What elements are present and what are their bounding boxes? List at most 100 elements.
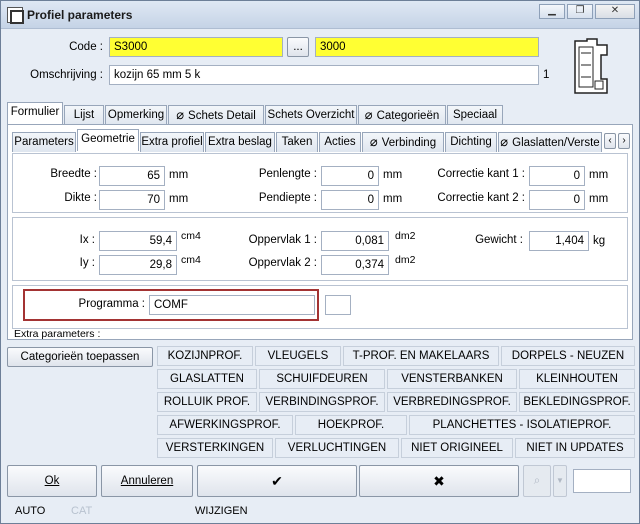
tab-schets-detail[interactable]: ⌀ Schets Detail: [168, 105, 264, 125]
breedte-label: Breedte :: [50, 168, 97, 180]
tab-lijst[interactable]: Lijst: [64, 105, 104, 125]
tab-verbinding[interactable]: ⌀ Verbinding: [362, 132, 444, 152]
category-afwerkingsprof-button[interactable]: AFWERKINGSPROF.: [157, 415, 293, 435]
tab-speciaal[interactable]: Speciaal: [447, 105, 503, 125]
browse-button[interactable]: ...: [287, 37, 309, 57]
category-niet-in-updates-button[interactable]: NIET IN UPDATES: [515, 438, 635, 458]
omschrijving-label: Omschrijving :: [30, 69, 103, 81]
correctie1-label: Correctie kant 1 :: [437, 168, 525, 180]
category-rolluik-button[interactable]: ROLLUIK PROF.: [157, 392, 257, 412]
paperclip-icon: ⌀: [364, 107, 373, 122]
code-field[interactable]: S3000: [109, 37, 283, 57]
breedte-field[interactable]: 65: [99, 166, 165, 186]
dikte-unit: mm: [169, 193, 189, 205]
tab-scroll-left-button[interactable]: ‹: [604, 133, 616, 149]
tab-parameters[interactable]: Parameters: [12, 132, 76, 152]
category-vensterbanken-button[interactable]: VENSTERBANKEN: [387, 369, 517, 389]
tab-schets-overzicht[interactable]: Schets Overzicht: [265, 105, 357, 125]
binoculars-button[interactable]: ⌕: [523, 465, 551, 497]
oppervlak2-field[interactable]: 0,374: [321, 255, 389, 275]
category-schuifdeuren-button[interactable]: SCHUIFDEUREN: [259, 369, 385, 389]
sub-tabstrip: Parameters Geometrie Extra profiel Extra…: [12, 129, 630, 152]
category-niet-origineel-button[interactable]: NIET ORIGINEEL: [401, 438, 513, 458]
omschrijving-field[interactable]: kozijn 65 mm 5 k: [109, 65, 539, 85]
ok-button[interactable]: Ok: [7, 465, 97, 497]
programma-group: Programma : COMF: [12, 285, 628, 329]
ix-unit: cm4: [181, 230, 201, 242]
tab-extra-profiel[interactable]: Extra profiel: [140, 132, 204, 152]
gewicht-field[interactable]: 1,404: [529, 231, 589, 251]
category-kozijnprof-button[interactable]: KOZIJNPROF.: [157, 346, 253, 366]
confirm-button[interactable]: ✔: [197, 465, 357, 497]
category-verbredingsprof-button[interactable]: VERBREDINGSPROF.: [387, 392, 517, 412]
cancel-x-button[interactable]: ✖: [359, 465, 519, 497]
ix-field[interactable]: 59,4: [99, 231, 177, 251]
penlengte-field[interactable]: 0: [321, 166, 379, 186]
maximize-button[interactable]: ❐: [567, 4, 593, 19]
category-kleinhouten-button[interactable]: KLEINHOUTEN: [519, 369, 635, 389]
cross-icon: ✖: [433, 473, 445, 489]
category-hoekprof-button[interactable]: HOEKPROF.: [295, 415, 407, 435]
dropdown-button[interactable]: ▼: [553, 465, 567, 497]
extra-parameters-label: Extra parameters :: [14, 328, 101, 340]
status-mode: AUTO: [15, 505, 46, 517]
tab-scroll-right-button[interactable]: ›: [618, 133, 630, 149]
categorieen-toepassen-button[interactable]: Categorieën toepassen: [7, 347, 153, 367]
profile-thumbnail-icon: [567, 35, 619, 97]
penlengte-unit: mm: [383, 169, 403, 181]
annuleren-button[interactable]: Annuleren: [101, 465, 193, 497]
tab-dichting[interactable]: Dichting: [445, 132, 497, 152]
window-title: Profiel parameters: [27, 8, 133, 22]
tab-geometrie[interactable]: Geometrie: [77, 129, 139, 151]
binoculars-icon: ⌕: [533, 475, 541, 487]
tab-acties[interactable]: Acties: [319, 132, 361, 152]
chevron-down-icon: ▼: [556, 476, 564, 485]
correctie2-unit: mm: [589, 193, 609, 205]
oppervlak1-unit: dm2: [395, 230, 416, 242]
tab-taken[interactable]: Taken: [276, 132, 318, 152]
correctie2-label: Correctie kant 2 :: [437, 192, 525, 204]
checkmark-icon: ✔: [271, 473, 283, 489]
code2-field[interactable]: 3000: [315, 37, 539, 57]
paperclip-icon: ⌀: [369, 134, 378, 149]
tab-glaslatten[interactable]: ⌀ Glaslatten/Verste: [498, 132, 602, 152]
category-planchettes-button[interactable]: PLANCHETTES - ISOLATIEPROF.: [409, 415, 635, 435]
gewicht-label: Gewicht :: [475, 234, 523, 246]
tab-categorieen[interactable]: ⌀ Categorieën: [358, 105, 446, 125]
programma-label: Programma :: [78, 298, 145, 310]
category-tprof-button[interactable]: T-PROF. EN MAKELAARS: [343, 346, 499, 366]
close-button[interactable]: ✕: [595, 4, 635, 19]
title-bar: Profiel parameters ▁ ❐ ✕: [1, 1, 639, 29]
programma-field[interactable]: COMF: [149, 295, 315, 315]
category-vleugels-button[interactable]: VLEUGELS: [255, 346, 341, 366]
dikte-field[interactable]: 70: [99, 190, 165, 210]
paperclip-icon: ⌀: [500, 134, 509, 149]
oppervlak2-label: Oppervlak 2 :: [248, 257, 317, 269]
oppervlak1-label: Oppervlak 1 :: [248, 234, 317, 246]
oppervlak1-field[interactable]: 0,081: [321, 231, 389, 251]
tab-opmerking[interactable]: Opmerking: [105, 105, 167, 125]
app-icon: [7, 7, 24, 24]
category-dorpels-button[interactable]: DORPELS - NEUZEN: [501, 346, 635, 366]
correctie2-field[interactable]: 0: [529, 190, 585, 210]
category-bekledingsprof-button[interactable]: BEKLEDINGSPROF.: [519, 392, 635, 412]
correctie1-field[interactable]: 0: [529, 166, 585, 186]
category-verluchtingen-button[interactable]: VERLUCHTINGEN: [275, 438, 399, 458]
tab-extra-beslag[interactable]: Extra beslag: [205, 132, 275, 152]
oppervlak2-unit: dm2: [395, 254, 416, 266]
properties-group: Ix : 59,4 cm4 Iy : 29,8 cm4 Oppervlak 1 …: [12, 217, 628, 281]
penlengte-label: Penlengte :: [258, 168, 317, 180]
count-label: 1: [543, 69, 550, 81]
category-verbindingsprof-button[interactable]: VERBINDINGSPROF.: [259, 392, 385, 412]
tab-formulier[interactable]: Formulier: [7, 102, 63, 124]
iy-field[interactable]: 29,8: [99, 255, 177, 275]
category-glaslatten-button[interactable]: GLASLATTEN: [157, 369, 257, 389]
pendiepte-field[interactable]: 0: [321, 190, 379, 210]
programma-extra-field[interactable]: [325, 295, 351, 315]
pendiepte-label: Pendiepte :: [258, 192, 317, 204]
iy-label: Iy :: [79, 257, 95, 269]
search-input[interactable]: [573, 469, 631, 493]
category-versterkingen-button[interactable]: VERSTERKINGEN: [157, 438, 273, 458]
minimize-button[interactable]: ▁: [539, 4, 565, 19]
iy-unit: cm4: [181, 254, 201, 266]
